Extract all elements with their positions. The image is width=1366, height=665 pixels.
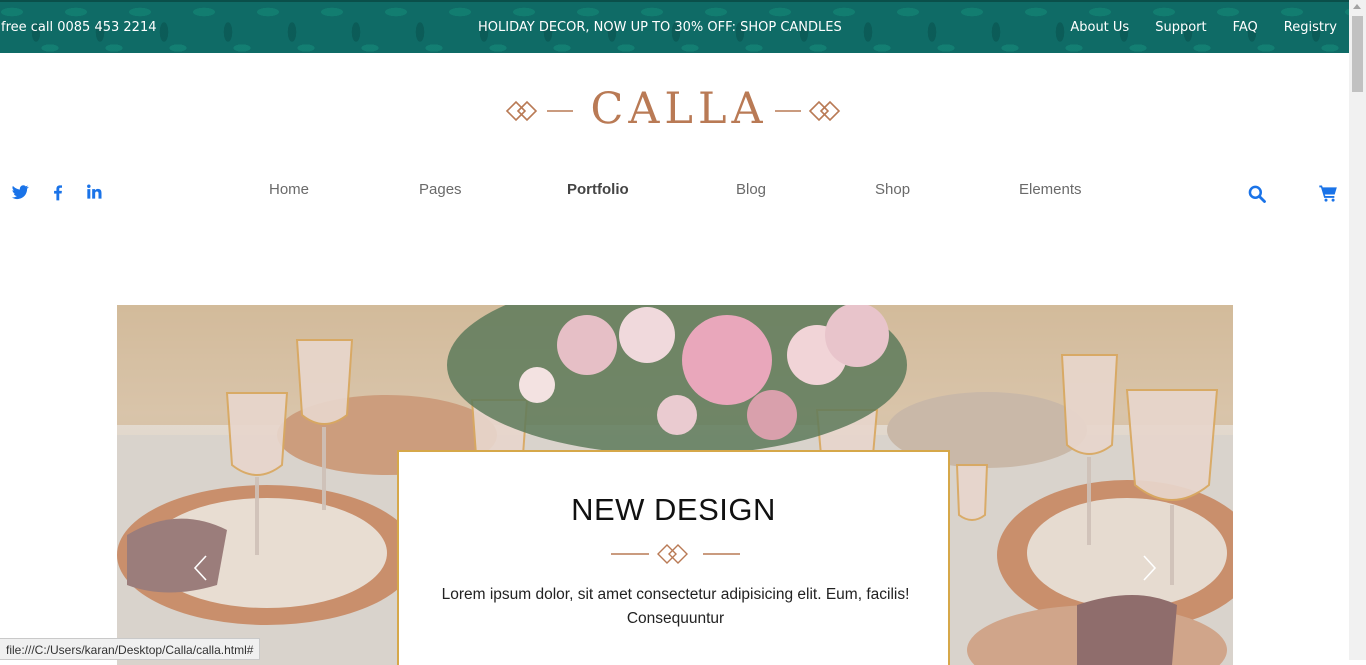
logo-text: CALLA xyxy=(590,84,768,134)
promo-banner-link[interactable]: HOLIDAY DECOR, NOW UP TO 30% OFF: SHOP C… xyxy=(478,20,842,35)
support-link[interactable]: Support xyxy=(1155,20,1206,35)
top-links: About Us Support FAQ Registry xyxy=(1070,20,1337,35)
main-nav: Home Pages Portfolio Blog Shop Elements xyxy=(0,181,1349,201)
nav-item-portfolio[interactable]: Portfolio xyxy=(567,181,629,198)
nav-item-home[interactable]: Home xyxy=(269,181,309,198)
nav-item-blog[interactable]: Blog xyxy=(736,181,766,198)
diamond-divider-icon xyxy=(611,544,740,564)
phone-number: free call 0085 453 2214 xyxy=(1,20,157,35)
page-scrollbar[interactable] xyxy=(1349,0,1366,660)
scrollbar-thumb[interactable] xyxy=(1352,16,1363,92)
chevron-right-icon[interactable] xyxy=(1139,553,1159,583)
top-bar: free call 0085 453 2214 HOLIDAY DECOR, N… xyxy=(0,0,1349,53)
hero-body-text: Lorem ipsum dolor, sit amet consectetur … xyxy=(441,586,910,627)
site-logo[interactable]: CALLA xyxy=(503,84,845,136)
hero-slider[interactable]: NEW DESIGN Lorem ipsum dolor, sit amet c… xyxy=(117,305,1233,665)
registry-link[interactable]: Registry xyxy=(1284,20,1337,35)
hero-title: NEW DESIGN xyxy=(571,492,776,527)
chevron-left-icon[interactable] xyxy=(191,553,211,583)
nav-item-shop[interactable]: Shop xyxy=(875,181,910,198)
search-icon[interactable] xyxy=(1247,184,1267,204)
cart-icon[interactable] xyxy=(1318,183,1338,203)
browser-status-bar: file:///C:/Users/karan/Desktop/Calla/cal… xyxy=(0,638,261,660)
about-us-link[interactable]: About Us xyxy=(1070,20,1129,35)
hero-caption-card: NEW DESIGN Lorem ipsum dolor, sit amet c… xyxy=(397,450,950,665)
nav-item-elements[interactable]: Elements xyxy=(1019,181,1082,198)
nav-item-pages[interactable]: Pages xyxy=(419,181,462,198)
scroll-up-icon[interactable] xyxy=(1353,4,1361,9)
faq-link[interactable]: FAQ xyxy=(1233,20,1258,35)
